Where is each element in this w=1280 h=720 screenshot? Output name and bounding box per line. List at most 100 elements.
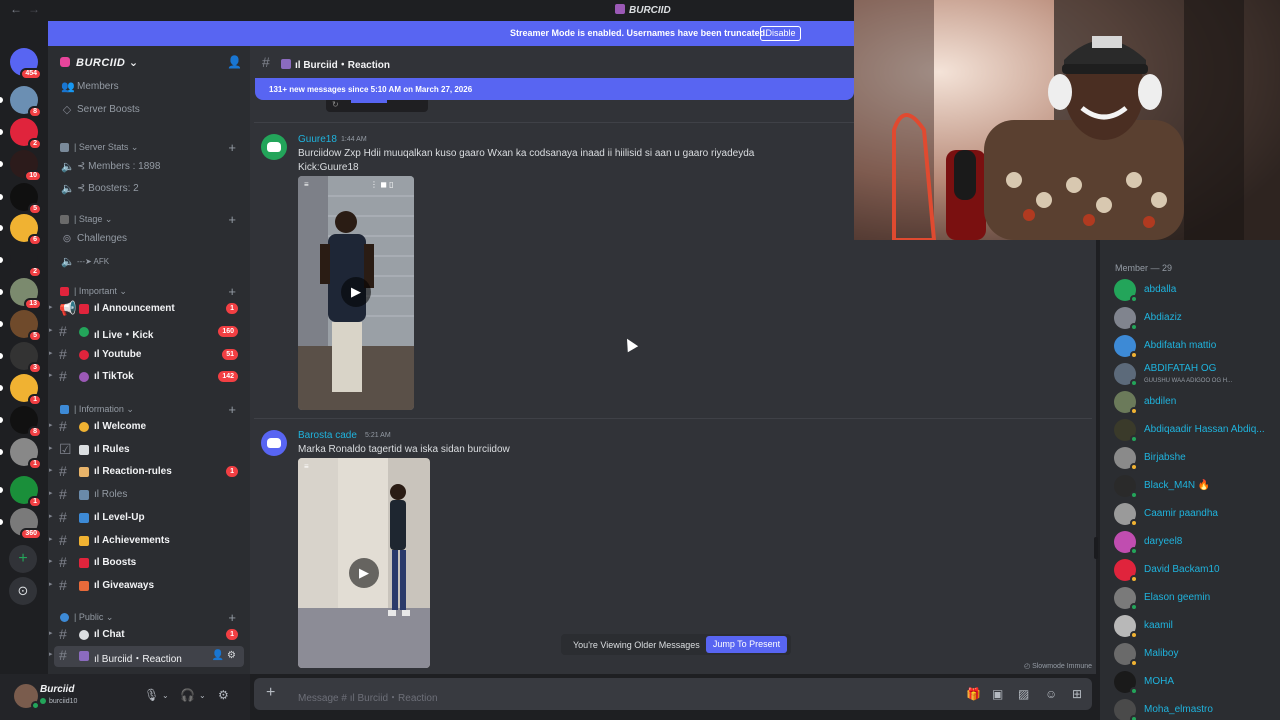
message-author[interactable]: Guure18 xyxy=(298,134,337,145)
server-icon[interactable]: 360 xyxy=(10,508,42,540)
create-channel-icon[interactable]: + xyxy=(228,610,236,625)
channel-giveaways[interactable]: ▸ # ıl Giveaways xyxy=(48,576,250,596)
channel-boosts[interactable]: ▸ # ıl Boosts xyxy=(48,553,250,573)
upload-plus-icon[interactable]: + xyxy=(266,684,275,702)
member-item[interactable]: Birjabshe xyxy=(1108,445,1278,471)
member-item[interactable]: Abdifatah mattio xyxy=(1108,333,1278,359)
emoji-icon[interactable]: ☺ xyxy=(1045,687,1057,701)
scrollbar-thumb[interactable] xyxy=(1094,537,1098,559)
chevron-down-icon[interactable]: ⌄ xyxy=(199,691,206,700)
channel-level-up[interactable]: ▸ # ıl Level-Up xyxy=(48,508,250,528)
member-item[interactable]: David Backam10 xyxy=(1108,557,1278,583)
channel-live-kick[interactable]: ▸ # ıl Live・Kick 160 xyxy=(48,322,250,342)
category-server-stats[interactable]: | Server Stats ⌄ + xyxy=(48,138,250,158)
server-icon[interactable]: 6 xyxy=(10,214,42,246)
status-icon xyxy=(1130,687,1138,695)
channel-achievements[interactable]: ▸ # ıl Achievements xyxy=(48,531,250,551)
member-item[interactable]: MOHA xyxy=(1108,669,1278,695)
create-channel-icon[interactable]: + xyxy=(228,212,236,227)
member-item[interactable]: daryeel8 xyxy=(1108,529,1278,555)
new-messages-bar[interactable]: 131+ new messages since 5:10 AM on March… xyxy=(255,78,854,100)
add-server-icon[interactable]: + xyxy=(9,545,37,573)
jump-to-present-button[interactable]: Jump To Present xyxy=(706,636,787,653)
server-icon[interactable]: 2 xyxy=(10,118,42,150)
avatar[interactable] xyxy=(261,430,287,456)
disable-button[interactable]: Disable xyxy=(760,26,801,41)
member-item[interactable]: kaamil xyxy=(1108,613,1278,639)
create-channel-icon[interactable]: + xyxy=(228,402,236,417)
message-input[interactable]: Message # ıl Burciid・Reaction xyxy=(298,689,438,704)
discover-icon[interactable]: ⊙ xyxy=(9,577,37,605)
mention-badge: 1 xyxy=(226,466,238,477)
menu-icon[interactable]: ≡ xyxy=(304,180,309,189)
avatar xyxy=(1114,475,1138,499)
create-channel-icon[interactable]: + xyxy=(228,284,236,299)
streamer-mode-text: Streamer Mode is enabled. Usernames have… xyxy=(510,28,768,38)
video-attachment[interactable]: ▶ ≡ xyxy=(298,458,430,668)
channel-announcement[interactable]: ▸ 📢 ıl Announcement 1 xyxy=(48,299,250,319)
id-card-icon xyxy=(79,490,89,500)
member-item[interactable]: abdilen xyxy=(1108,389,1278,415)
message-composer[interactable]: + Message # ıl Burciid・Reaction 🎁 ▣ ▨ ☺ … xyxy=(254,678,1092,710)
channel-reaction-rules[interactable]: ▸ # ıl Reaction-rules 1 xyxy=(48,462,250,482)
voice-channel-afk[interactable]: 🔈 ---➤ AFK xyxy=(48,252,250,272)
server-icon[interactable]: 3 xyxy=(10,342,42,374)
avatar[interactable] xyxy=(14,684,40,710)
sidebar-item-server-boosts[interactable]: ◇ Server Boosts xyxy=(48,100,250,120)
channel-tiktok[interactable]: ▸ # ıl TikTok 142 xyxy=(48,367,250,387)
server-icon[interactable]: 1 xyxy=(10,476,42,508)
headphones-icon[interactable]: 🎧 xyxy=(180,688,195,702)
play-icon[interactable]: ▶ xyxy=(349,558,379,588)
sidebar-item-members[interactable]: 👥 Members xyxy=(48,77,250,97)
voice-channel-boosters[interactable]: 🔈 ⊰ Boosters: 2 xyxy=(48,179,250,199)
member-item[interactable]: Caamir paandha xyxy=(1108,501,1278,527)
category-stage[interactable]: | Stage ⌄ + xyxy=(48,210,250,230)
channel-welcome[interactable]: ▸ # ıl Welcome xyxy=(48,417,250,437)
channel-youtube[interactable]: ▸ # ıl Youtube 51 xyxy=(48,345,250,365)
server-icon[interactable]: 8 xyxy=(10,86,42,118)
create-channel-icon[interactable]: + xyxy=(228,140,236,155)
member-item[interactable]: Elason geemin xyxy=(1108,585,1278,611)
apps-icon[interactable]: ⊞ xyxy=(1072,687,1082,701)
sticker-icon[interactable]: ▨ xyxy=(1018,687,1029,701)
server-icon[interactable]: 454 xyxy=(10,48,42,80)
member-item[interactable]: Black_M4N 🔥 xyxy=(1108,473,1278,499)
member-item[interactable]: Abdiqaadir Hassan Abdiq... xyxy=(1108,417,1278,443)
channel-burciid-reaction[interactable]: ▸ # ıl Burciid・Reaction 👤 ⚙ xyxy=(49,646,244,667)
play-icon[interactable]: ▶ xyxy=(341,277,371,307)
server-icon[interactable]: 5 xyxy=(10,183,42,215)
avatar[interactable] xyxy=(261,134,287,160)
member-item[interactable]: abdalla xyxy=(1108,277,1278,303)
gif-icon[interactable]: ▣ xyxy=(992,687,1003,701)
server-icon[interactable]: 8 xyxy=(10,406,42,438)
invite-people-icon[interactable]: 👤 xyxy=(227,55,242,69)
member-item[interactable]: Abdiaziz xyxy=(1108,305,1278,331)
member-item[interactable]: Maliboy xyxy=(1108,641,1278,667)
video-attachment[interactable]: ▶ ≡ ⋮ ◼ ▯ xyxy=(298,176,414,410)
channel-chat[interactable]: ▸ # ıl Chat 1 xyxy=(48,625,250,645)
back-arrow-icon[interactable]: ← xyxy=(10,2,22,16)
forward-arrow-icon[interactable]: → xyxy=(28,2,40,16)
message-author[interactable]: Barosta cade xyxy=(298,430,357,441)
server-icon[interactable]: 1 xyxy=(10,374,42,406)
member-item[interactable]: Moha_elmastro xyxy=(1108,697,1278,720)
channel-rules[interactable]: ▸ ☑ ıl Rules xyxy=(48,440,250,460)
server-icon[interactable]: 2 xyxy=(10,246,42,278)
microphone-icon[interactable]: 🎙 xyxy=(144,688,159,702)
guild-header[interactable]: BURCIID ⌄ 👤 xyxy=(48,46,250,78)
purple-circle-icon xyxy=(79,372,89,382)
gear-icon[interactable]: ⚙ xyxy=(218,688,229,702)
server-icon[interactable]: 13 xyxy=(10,278,42,310)
channel-settings-icons[interactable]: 👤 ⚙ xyxy=(212,650,236,661)
member-item[interactable]: ABDIFATAH OG GUUSHU WAA ADIGOO OG H... xyxy=(1108,361,1278,387)
server-icon[interactable]: 5 xyxy=(10,310,42,342)
channel-roles[interactable]: ▸ # ıl Roles xyxy=(48,485,250,505)
server-icon[interactable]: 10 xyxy=(10,150,42,182)
voice-channel-members[interactable]: 🔈 ⊰ Members : 1898 xyxy=(48,157,250,177)
menu-icon[interactable]: ≡ xyxy=(304,462,309,471)
server-icon[interactable]: 1 xyxy=(10,438,42,470)
stage-channel-challenges[interactable]: ⊚ Challenges xyxy=(48,229,250,249)
video-controls-icon[interactable]: ⋮ ◼ ▯ xyxy=(370,180,394,189)
gift-icon[interactable]: 🎁 xyxy=(966,687,981,701)
chevron-down-icon[interactable]: ⌄ xyxy=(162,691,169,700)
